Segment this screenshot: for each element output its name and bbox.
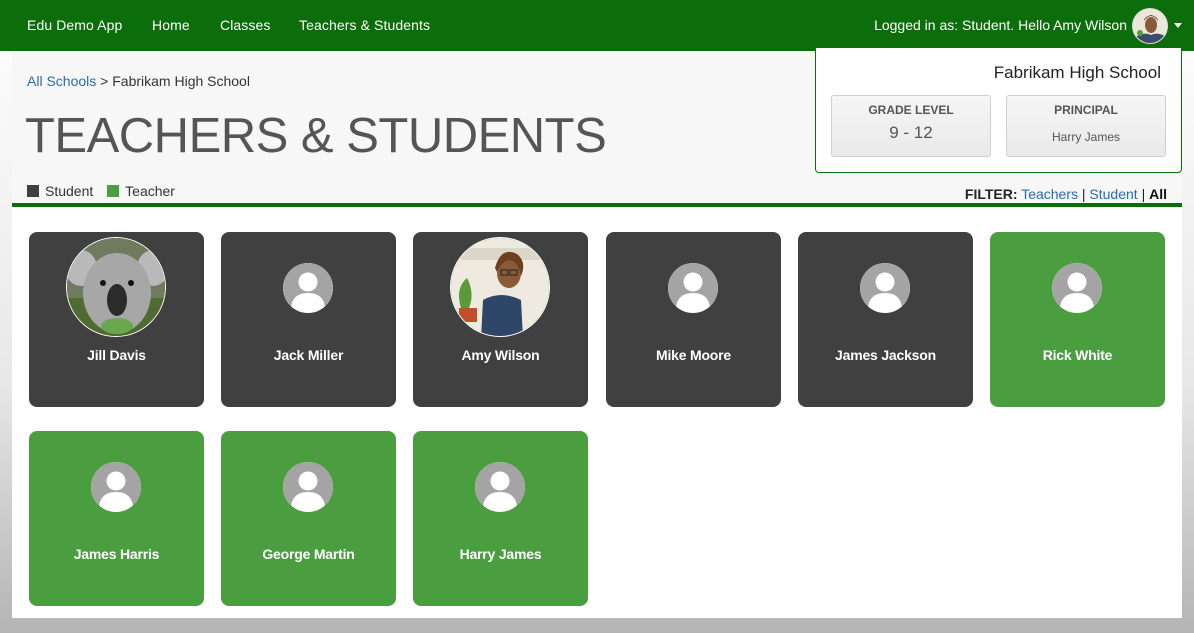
school-name: Fabrikam High School bbox=[993, 63, 1161, 82]
default-avatar-icon bbox=[1052, 263, 1102, 313]
koala-photo bbox=[66, 237, 166, 337]
student-swatch bbox=[27, 185, 39, 197]
person-tile-rick-white[interactable]: Rick White bbox=[990, 232, 1165, 407]
default-avatar-icon bbox=[860, 263, 910, 313]
nav-teachers-students[interactable]: Teachers & Students bbox=[299, 17, 430, 33]
brand-link[interactable]: Edu Demo App bbox=[27, 17, 122, 33]
legend-teacher-label: Teacher bbox=[125, 183, 175, 199]
principal-value: Harry James bbox=[1051, 130, 1120, 144]
person-tile-mike-moore[interactable]: Mike Moore bbox=[606, 232, 781, 407]
user-menu-caret-icon[interactable] bbox=[1174, 23, 1182, 28]
school-info-card: Fabrikam High School GRADE LEVEL 9 - 12 … bbox=[815, 48, 1182, 173]
filter-teachers-link[interactable]: Teachers bbox=[1021, 186, 1078, 202]
person-tile-jack-miller[interactable]: Jack Miller bbox=[221, 232, 396, 407]
person-tile-james-harris[interactable]: James Harris bbox=[29, 431, 204, 606]
person-name: Jack Miller bbox=[273, 347, 344, 363]
person-name: Rick White bbox=[1042, 347, 1113, 363]
logged-in-user-text: Logged in as: Student. Hello Amy Wilson bbox=[874, 17, 1127, 33]
filter-all-link[interactable]: All bbox=[1149, 186, 1167, 202]
breadcrumb-separator: > bbox=[100, 73, 109, 89]
person-name: Amy Wilson bbox=[461, 347, 540, 363]
people-grid: Jill Davis Jack Miller Amy Wilson Mike M… bbox=[12, 207, 1182, 618]
filter-separator: | bbox=[1141, 186, 1146, 202]
grade-level-box: GRADE LEVEL 9 - 12 bbox=[831, 95, 991, 157]
default-avatar-icon bbox=[475, 462, 525, 512]
breadcrumb-all-schools[interactable]: All Schools bbox=[27, 73, 96, 89]
legend-student: Student bbox=[27, 183, 93, 199]
person-name: James Harris bbox=[73, 546, 160, 562]
legend-teacher: Teacher bbox=[107, 183, 175, 199]
person-tile-george-martin[interactable]: George Martin bbox=[221, 431, 396, 606]
grade-level-value: 9 - 12 bbox=[889, 123, 933, 142]
teacher-swatch bbox=[107, 185, 120, 197]
page-title: TEACHERS & STUDENTS bbox=[25, 109, 607, 163]
default-avatar-icon bbox=[283, 263, 333, 313]
role-legend: Student Teacher bbox=[27, 183, 185, 200]
filter-separator: | bbox=[1081, 186, 1086, 202]
nav-home[interactable]: Home bbox=[152, 17, 190, 33]
top-navbar: Edu Demo App Home Classes Teachers & Stu… bbox=[0, 0, 1194, 51]
person-name: Jill Davis bbox=[87, 347, 146, 363]
filter-bar: FILTER: Teachers | Student | All bbox=[965, 186, 1167, 202]
person-name: George Martin bbox=[262, 546, 355, 562]
breadcrumb: All Schools > Fabrikam High School bbox=[27, 73, 250, 89]
person-tile-harry-james[interactable]: Harry James bbox=[413, 431, 588, 606]
default-avatar-icon bbox=[91, 462, 141, 512]
principal-label: PRINCIPAL bbox=[1054, 103, 1118, 117]
nav-classes[interactable]: Classes bbox=[220, 17, 271, 33]
filter-student-link[interactable]: Student bbox=[1089, 186, 1137, 202]
grade-level-label: GRADE LEVEL bbox=[868, 103, 954, 117]
person-tile-jill-davis[interactable]: Jill Davis bbox=[29, 232, 204, 407]
breadcrumb-current: Fabrikam High School bbox=[112, 73, 250, 89]
default-avatar-icon bbox=[283, 462, 333, 512]
person-tile-amy-wilson[interactable]: Amy Wilson bbox=[413, 232, 588, 407]
user-avatar[interactable] bbox=[1132, 8, 1168, 44]
person-tile-james-jackson[interactable]: James Jackson bbox=[798, 232, 973, 407]
filter-label: FILTER: bbox=[964, 186, 1018, 202]
illustrated-person-photo bbox=[450, 237, 550, 337]
legend-student-label: Student bbox=[45, 183, 94, 199]
person-name: Harry James bbox=[459, 546, 542, 562]
person-name: James Jackson bbox=[835, 347, 936, 363]
person-name: Mike Moore bbox=[655, 347, 731, 363]
default-avatar-icon bbox=[668, 263, 718, 313]
principal-box: PRINCIPAL Harry James bbox=[1006, 95, 1166, 157]
